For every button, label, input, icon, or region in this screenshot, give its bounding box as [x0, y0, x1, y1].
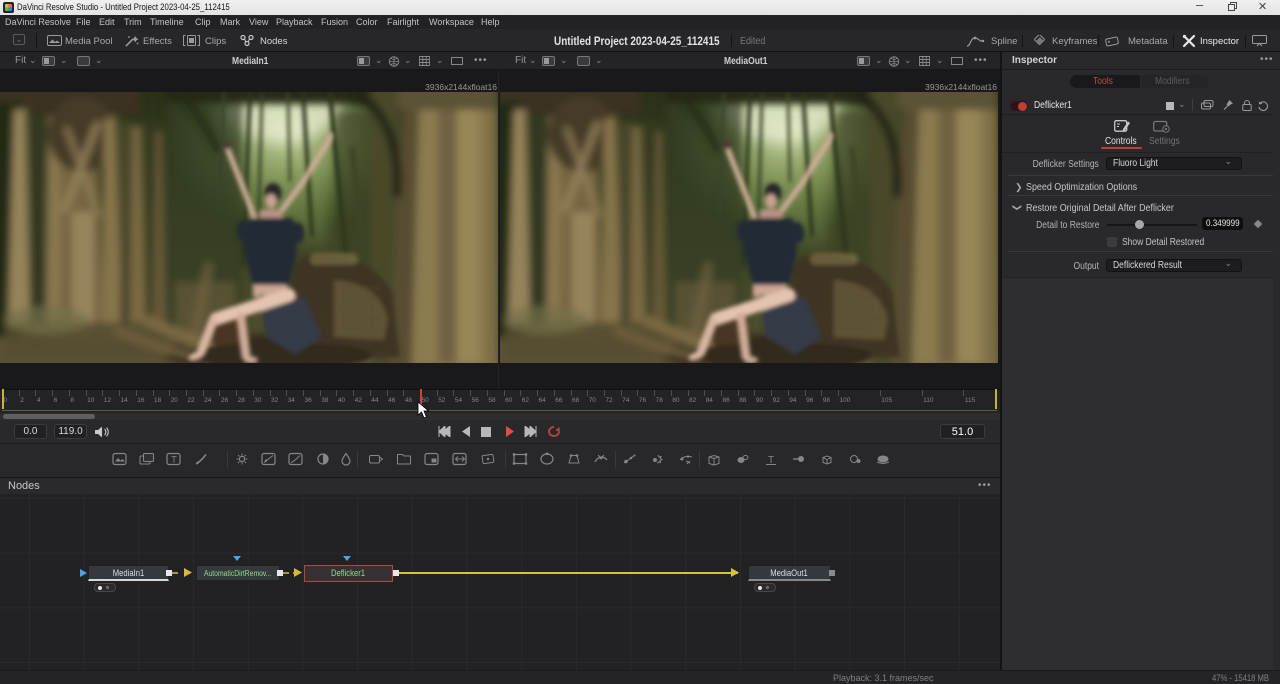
svg-text:T: T	[171, 455, 177, 465]
